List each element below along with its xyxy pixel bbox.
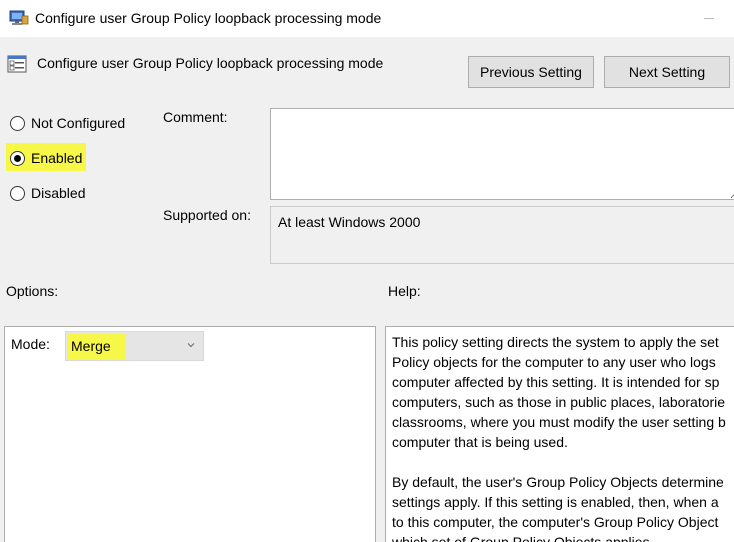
- radio-dot: [14, 155, 21, 162]
- help-panel[interactable]: This policy setting directs the system t…: [385, 326, 734, 542]
- policy-setting-icon: [7, 55, 27, 73]
- previous-setting-button[interactable]: Previous Setting: [468, 56, 594, 88]
- help-label: Help:: [388, 283, 421, 299]
- mode-label: Mode:: [11, 336, 50, 352]
- help-paragraph-2: By default, the user's Group Policy Obje…: [392, 474, 724, 542]
- radio-label: Enabled: [31, 150, 83, 166]
- help-paragraph-1: This policy setting directs the system t…: [392, 334, 726, 450]
- minimize-button[interactable]: [704, 18, 714, 19]
- window-title: Configure user Group Policy loopback pro…: [35, 10, 382, 26]
- window-titlebar: Configure user Group Policy loopback pro…: [0, 0, 734, 37]
- group-policy-icon: [9, 10, 29, 25]
- supported-on-value: At least Windows 2000: [278, 214, 421, 230]
- radio-circle[interactable]: [10, 186, 25, 201]
- radio-label: Not Configured: [31, 115, 126, 131]
- comment-textarea[interactable]: [270, 108, 734, 200]
- comment-label: Comment:: [163, 109, 228, 125]
- supported-on-label: Supported on:: [163, 207, 251, 223]
- mode-dropdown[interactable]: Merge: [65, 331, 204, 361]
- mode-value: Merge: [71, 338, 111, 354]
- next-setting-button[interactable]: Next Setting: [604, 56, 730, 88]
- supported-on-box: At least Windows 2000: [270, 206, 734, 264]
- options-label: Options:: [6, 283, 59, 299]
- radio-circle-selected[interactable]: [10, 151, 25, 166]
- radio-label: Disabled: [31, 185, 86, 201]
- chevron-down-icon[interactable]: [187, 341, 195, 349]
- setting-title: Configure user Group Policy loopback pro…: [37, 55, 384, 71]
- radio-circle[interactable]: [10, 116, 25, 131]
- options-panel: Mode: Merge: [4, 326, 376, 542]
